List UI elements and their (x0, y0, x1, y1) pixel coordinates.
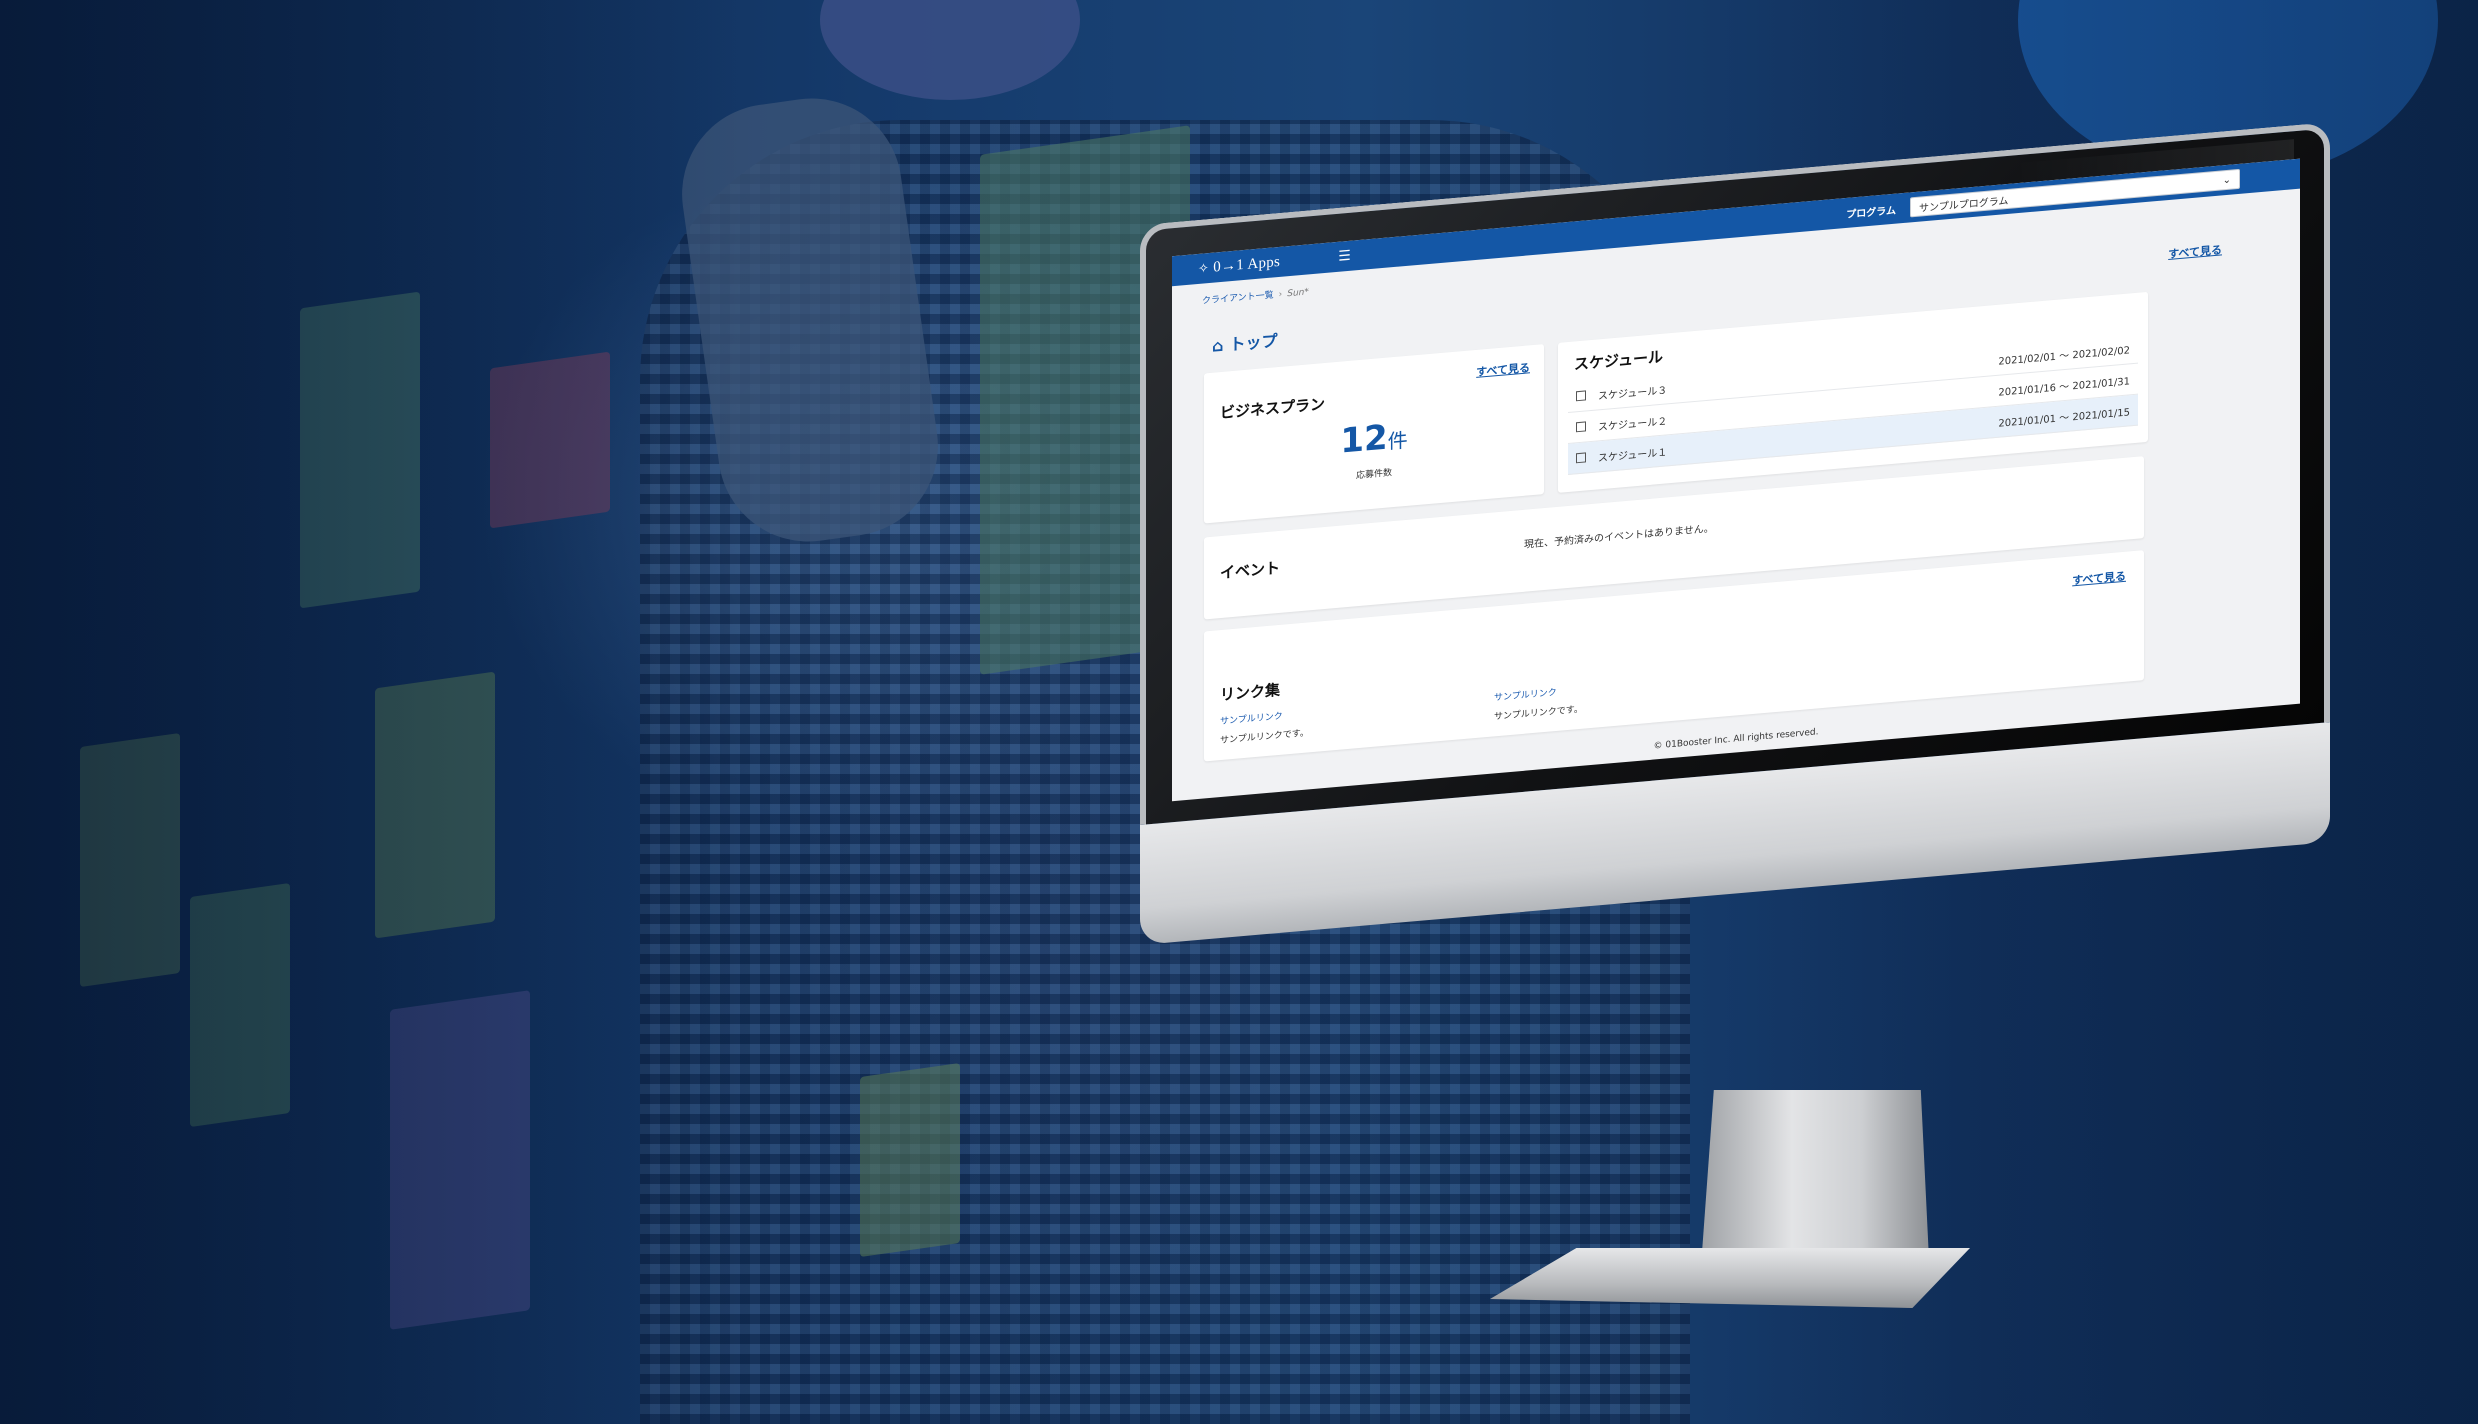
business-plan-card: ビジネスプラン すべて見る 12件 応募件数 (1204, 344, 1544, 524)
monitor-base (1490, 1248, 1970, 1308)
chevron-right-icon: › (1278, 289, 1283, 301)
card-title: スケジュール (1574, 347, 1663, 374)
calendar-icon (1576, 452, 1586, 464)
schedule-period: 2021/02/01 〜 2021/02/02 (1998, 344, 2130, 368)
monitor: ✧ 0→1 Apps ☰ プログラム サンプルプログラム ⌄ クライアント一覧 › S… (1140, 122, 2340, 1125)
home-icon: ⌂ (1212, 335, 1224, 356)
logo-text: 0→1 Apps (1213, 253, 1281, 276)
card-title: リンク集 (1220, 680, 1281, 705)
program-label: プログラム (1846, 205, 1896, 221)
card-title: ビジネスプラン (1220, 394, 1326, 423)
monitor-frame: ✧ 0→1 Apps ☰ プログラム サンプルプログラム ⌄ クライアント一覧 › S… (1140, 41, 2340, 1135)
schedule-name: スケジュール１ (1598, 446, 1668, 464)
program-select-value: サンプルプログラム (1919, 195, 2009, 215)
schedule-name: スケジュール３ (1598, 384, 1668, 402)
app-logo[interactable]: ✧ 0→1 Apps (1198, 253, 1280, 277)
schedule-name-wrap: スケジュール３ (1576, 381, 1667, 404)
monitor-bezel: ✧ 0→1 Apps ☰ プログラム サンプルプログラム ⌄ クライアント一覧 › S… (1140, 122, 2330, 825)
app-screen: ✧ 0→1 Apps ☰ プログラム サンプルプログラム ⌄ クライアント一覧 › S… (1172, 158, 2300, 802)
link-anchor[interactable]: サンプルリンク (1494, 683, 1583, 703)
schedule-period: 2021/01/01 〜 2021/01/15 (1998, 406, 2130, 430)
calendar-icon (1576, 421, 1586, 433)
calendar-icon (1576, 390, 1586, 402)
schedule-name: スケジュール２ (1598, 415, 1668, 433)
page-title: ⌂ トップ (1212, 327, 1277, 357)
link-anchor[interactable]: サンプルリンク (1220, 706, 1309, 727)
breadcrumb: クライアント一覧 › Sun* (1202, 284, 1309, 306)
event-empty-message: 現在、予約済みのイベントはありません。 (1524, 523, 1714, 551)
link-item: サンプルリンク サンプルリンクです。 (1494, 683, 1583, 723)
schedule-period: 2021/01/16 〜 2021/01/31 (1998, 375, 2130, 399)
breadcrumb-link[interactable]: クライアント一覧 (1202, 290, 1274, 306)
link-item: サンプルリンク サンプルリンクです。 (1220, 706, 1309, 746)
count-unit: 件 (1387, 427, 1408, 454)
link-description: サンプルリンクです。 (1494, 704, 1583, 723)
chevron-down-icon: ⌄ (2222, 174, 2231, 186)
see-all-link[interactable]: すべて見る (2168, 241, 2222, 262)
breadcrumb-current: Sun* (1287, 287, 1309, 300)
logo-icon: ✧ (1198, 259, 1210, 276)
count-value: 12 (1340, 417, 1388, 462)
schedule-name-wrap: スケジュール２ (1576, 412, 1667, 435)
card-title: イベント (1220, 558, 1281, 583)
main-content: ⌂ トップ すべて見る ビジネスプラン すべて見る 12件 応募件数 スケジュー… (1196, 224, 2236, 784)
hamburger-icon[interactable]: ☰ (1338, 248, 1351, 265)
link-description: サンプルリンクです。 (1220, 728, 1309, 747)
see-all-link[interactable]: すべて見る (2072, 568, 2126, 589)
schedule-name-wrap: スケジュール１ (1576, 443, 1667, 466)
page-title-text: トップ (1229, 331, 1278, 355)
see-all-link[interactable]: すべて見る (1476, 359, 1530, 380)
